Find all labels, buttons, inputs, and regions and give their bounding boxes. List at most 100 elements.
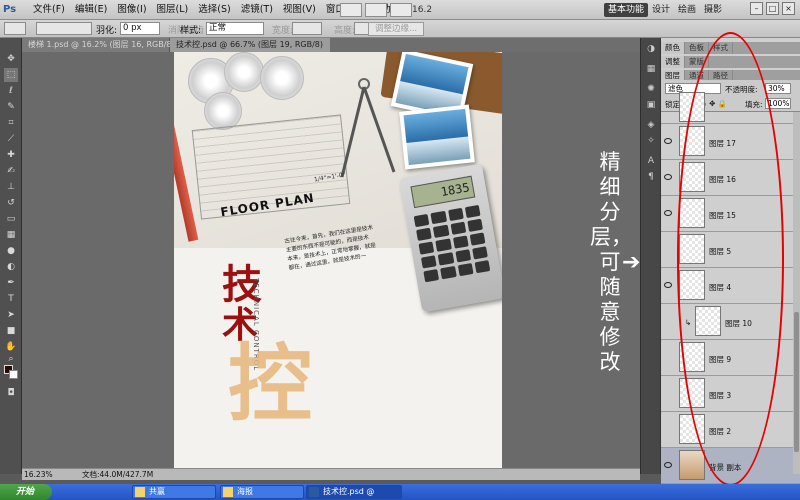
history-brush-tool-icon[interactable]: ↺ [4,196,18,210]
menu-file[interactable]: 文件(F) [28,0,70,20]
layer-row[interactable]: 图层 16 [661,160,800,196]
layer-row[interactable] [661,92,800,124]
tab-color[interactable]: 颜色 [661,42,685,54]
zoom-level[interactable]: 16.2 [412,3,446,17]
lasso-tool-icon[interactable]: ℓ [4,84,18,98]
workspace-essentials[interactable]: 基本功能 [604,3,649,17]
menu-image[interactable]: 图像(I) [112,0,151,20]
tools-panel: ✥ ⬚ ℓ ✎ ⌗ ⟋ ✚ ✍ ⊥ ↺ ▭ ▦ ● ◐ ✒ T ➤ ■ ✋ ⌕ … [0,38,22,474]
visibility-eye-icon[interactable] [664,138,672,144]
close-button[interactable]: × [782,2,795,15]
dodge-tool-icon[interactable]: ◐ [4,260,18,274]
layer-row-selected[interactable]: 背景 副本 [661,448,800,484]
layer-row[interactable]: 图层 2 [661,412,800,448]
layer-name[interactable]: 图层 2 [709,426,731,437]
layers-panel-icon[interactable]: ◈ [644,118,658,132]
layer-row[interactable]: 图层 3 [661,376,800,412]
document-canvas[interactable]: FLOOR PLAN 1/4"=1'-0" 1835 技 术 TECHNICAL… [174,52,502,468]
taskbar-item-photoshop[interactable]: 技术控.psd @ 16.3% [306,485,402,500]
opacity-input[interactable]: 30% [765,83,791,94]
minimize-button[interactable]: – [750,2,763,15]
marquee-tool-icon[interactable]: ⬚ [4,68,18,82]
menu-edit[interactable]: 编辑(E) [70,0,112,20]
history-panel-icon[interactable]: ✧ [644,134,658,148]
layer-name[interactable]: 图层 5 [709,246,731,257]
layer-name[interactable]: 图层 4 [709,282,731,293]
tab-technical-control-document[interactable]: 技术控.psd @ 66.7% (图层 19, RGB/8) [170,38,330,52]
paragraph-panel-icon[interactable]: ¶ [644,170,658,184]
crop-tool-icon[interactable]: ⌗ [4,116,18,130]
workspace-painting[interactable]: 绘画 [674,3,700,17]
type-tool-icon[interactable]: T [4,292,18,306]
layer-name[interactable]: 图层 16 [709,174,736,185]
arrange-button[interactable] [390,3,412,17]
taskbar-item-poster[interactable]: 海报 [220,485,304,499]
zoom-tool-icon[interactable]: ⌕ [4,352,18,366]
pen-tool-icon[interactable]: ✒ [4,276,18,290]
style-select[interactable]: 正常 [206,22,264,35]
gradient-tool-icon[interactable]: ▦ [4,228,18,242]
maximize-button[interactable]: □ [766,2,779,15]
feather-input[interactable]: 0 px [120,22,160,35]
visibility-eye-icon[interactable] [664,174,672,180]
tab-stairs-document[interactable]: 楼梯 1.psd @ 16.2% (图层 16, RGB/8) [22,38,175,52]
visibility-eye-icon[interactable] [664,282,672,288]
quick-select-tool-icon[interactable]: ✎ [4,100,18,114]
tab-styles[interactable]: 样式 [709,42,733,54]
layer-name[interactable]: 图层 3 [709,390,731,401]
layer-row[interactable]: ↳ 图层 10 [661,304,800,340]
scrollbar-thumb[interactable] [794,312,799,452]
blur-tool-icon[interactable]: ● [4,244,18,258]
menu-view[interactable]: 视图(V) [278,0,321,20]
path-selection-tool-icon[interactable]: ➤ [4,308,18,322]
layer-row[interactable]: 图层 15 [661,196,800,232]
background-color-swatch[interactable] [9,370,18,379]
layer-name[interactable]: 背景 副本 [709,462,741,473]
status-zoom[interactable]: 16.23% [24,469,53,480]
layer-row[interactable]: 图层 9 [661,340,800,376]
width-input[interactable] [292,22,322,35]
menu-layer[interactable]: 图层(L) [152,0,194,20]
layers-scrollbar[interactable] [793,112,800,474]
layer-name[interactable]: 图层 17 [709,138,736,149]
eraser-tool-icon[interactable]: ▭ [4,212,18,226]
healing-brush-tool-icon[interactable]: ✚ [4,148,18,162]
workspace-design[interactable]: 设计 [648,3,674,17]
style-label: 样式: [180,26,202,36]
menu-select[interactable]: 选择(S) [193,0,235,20]
layer-name[interactable]: 图层 9 [709,354,731,365]
workspace-photography[interactable]: 摄影 [700,3,726,17]
adjustments-panel-icon[interactable]: ✺ [644,82,658,96]
menu-filter[interactable]: 滤镜(T) [236,0,278,20]
tab-masks[interactable]: 蒙版 [685,56,709,68]
fill-input[interactable]: 100% [765,98,791,109]
layer-row[interactable]: 图层 17 [661,124,800,160]
tab-adjustments[interactable]: 调整 [661,56,685,68]
masks-panel-icon[interactable]: ▣ [644,98,658,112]
visibility-eye-icon[interactable] [664,210,672,216]
layer-name[interactable]: 图层 10 [725,318,752,329]
layer-row[interactable]: 图层 4 [661,268,800,304]
canvas-area[interactable]: FLOOR PLAN 1/4"=1'-0" 1835 技 术 TECHNICAL… [22,52,640,468]
marquee-preset-picker[interactable] [4,22,26,35]
clone-stamp-tool-icon[interactable]: ⊥ [4,180,18,194]
taskbar-item-gongying[interactable]: 共赢 [132,485,216,499]
refine-edge-button[interactable]: 调整边缘... [368,22,425,36]
move-tool-icon[interactable]: ✥ [4,52,18,66]
layer-name[interactable]: 图层 15 [709,210,736,221]
tab-swatches[interactable]: 色板 [685,42,709,54]
layer-row[interactable]: 图层 5 [661,232,800,268]
shape-tool-icon[interactable]: ■ [4,324,18,338]
mini-bridge-button[interactable] [365,3,387,17]
swatches-panel-icon[interactable]: ▦ [644,62,658,76]
brush-tool-icon[interactable]: ✍ [4,164,18,178]
visibility-eye-icon[interactable] [664,462,672,468]
selection-mode-buttons[interactable] [36,22,92,35]
character-panel-icon[interactable]: A [644,154,658,168]
eyedropper-tool-icon[interactable]: ⟋ [4,132,18,146]
color-panel-icon[interactable]: ◑ [644,42,658,56]
quick-mask-icon[interactable]: ◘ [4,386,18,400]
bridge-button[interactable] [340,3,362,17]
start-button[interactable]: 开始 [0,484,52,500]
feather-label: 羽化: [96,26,118,36]
